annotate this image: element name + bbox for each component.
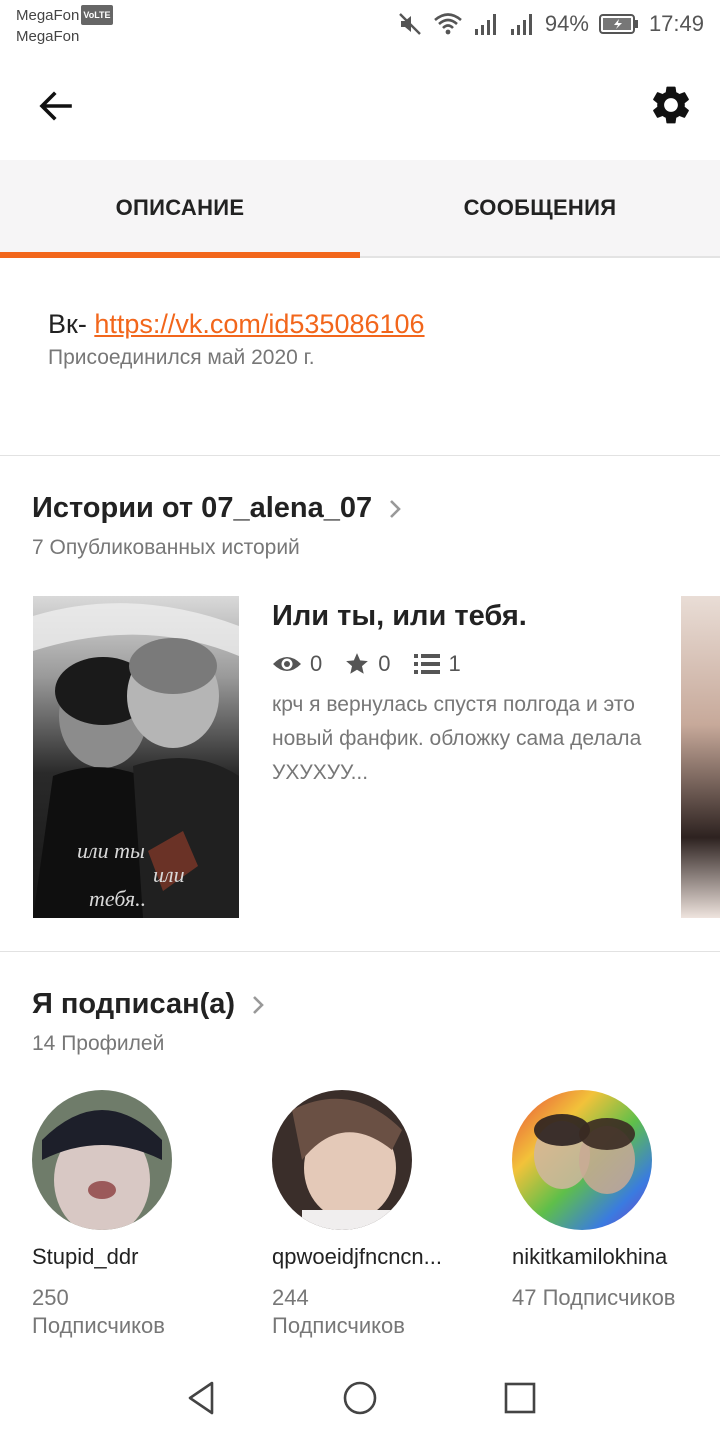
story-cover-image[interactable]: или ты или тебя.. (33, 596, 239, 918)
battery-percent: 94% (544, 11, 589, 36)
cover-text-1: или ты (77, 838, 145, 863)
signal-icon-2 (510, 14, 532, 35)
story-stats: 0 0 1 (272, 648, 483, 680)
story-title[interactable]: Или ты, или тебя. (272, 600, 527, 633)
vk-link[interactable]: https://vk.com/id535086106 (94, 309, 424, 339)
tab-description[interactable]: ОПИСАНИЕ (0, 160, 360, 256)
avatar[interactable] (272, 1090, 412, 1230)
story-description: крч я вернулась спустя полгода и это нов… (272, 693, 642, 784)
avatar[interactable] (32, 1090, 172, 1230)
wifi-icon (434, 13, 462, 35)
carrier-2: MegaFon (16, 28, 80, 45)
chevron-right-icon (253, 995, 264, 1014)
list-icon (413, 654, 440, 674)
profile-followers: 47 Подписчиков (512, 1285, 676, 1310)
eye-icon (273, 657, 301, 671)
clock: 17:49 (648, 11, 704, 36)
status-bar: MegaFon VoLTE MegaFon 94% 17:49 (0, 0, 720, 50)
profile-description: Вк- https://vk.com/id535086106 Присоедин… (48, 306, 688, 370)
next-story-cover-image[interactable] (681, 596, 720, 918)
status-icons: 94% 17:49 (397, 9, 704, 39)
mute-icon (399, 13, 421, 35)
profile-name: qpwoeidjfncncn... (272, 1244, 442, 1269)
stories-header[interactable]: Истории от 07_alena_07 (32, 492, 406, 525)
stories-count: 7 Опубликованных историй (32, 536, 300, 559)
nav-home-icon[interactable] (340, 1378, 380, 1418)
following-header[interactable]: Я подписан(а) (32, 988, 269, 1021)
profile-card[interactable]: Stupid_ddr 250 Подписчиков (32, 1090, 252, 1340)
back-arrow-icon[interactable] (34, 84, 78, 128)
gear-icon[interactable] (648, 82, 694, 128)
carrier-1: MegaFon VoLTE (16, 5, 113, 25)
cover-text-2: или (153, 862, 185, 887)
profile-followers: 244 Подписчиков (272, 1285, 405, 1338)
avatar[interactable] (512, 1090, 652, 1230)
nav-back-icon[interactable] (182, 1378, 222, 1418)
votes-stat: 0 (344, 651, 391, 677)
app-bar (0, 50, 720, 160)
stories-title: Истории от 07_alena_07 (32, 492, 373, 524)
following-count: 14 Профилей (32, 1032, 165, 1055)
star-icon (346, 653, 369, 674)
signal-icon-1 (474, 14, 496, 35)
profile-followers: 250 Подписчиков (32, 1285, 165, 1338)
profile-card[interactable]: qpwoeidjfncncn... 244 Подписчиков (272, 1090, 492, 1340)
profile-name: Stupid_ddr (32, 1244, 139, 1269)
nav-recents-icon[interactable] (500, 1378, 540, 1418)
battery-icon (598, 14, 638, 34)
story-cover-art: или ты или тебя.. (33, 596, 239, 918)
following-title: Я подписан(а) (32, 988, 236, 1020)
volte-badge: VoLTE (81, 5, 113, 25)
system-nav-bar (0, 1360, 720, 1440)
active-tab-indicator (0, 252, 360, 258)
parts-stat: 1 (413, 651, 461, 677)
chevron-right-icon (390, 499, 401, 518)
joined-date: Присоединился май 2020 г. (48, 346, 315, 369)
divider (0, 455, 720, 456)
description-text: Вк- https://vk.com/id535086106 (48, 309, 425, 339)
divider (0, 951, 720, 952)
cover-text-3: тебя.. (89, 886, 146, 911)
tab-bar: ОПИСАНИЕ СООБЩЕНИЯ (0, 160, 720, 258)
profile-name: nikitkamilokhina (512, 1244, 668, 1269)
tab-messages[interactable]: СООБЩЕНИЯ (360, 160, 720, 256)
profile-card[interactable]: nikitkamilokhina 47 Подписчиков (512, 1090, 712, 1312)
views-stat: 0 (272, 651, 322, 677)
